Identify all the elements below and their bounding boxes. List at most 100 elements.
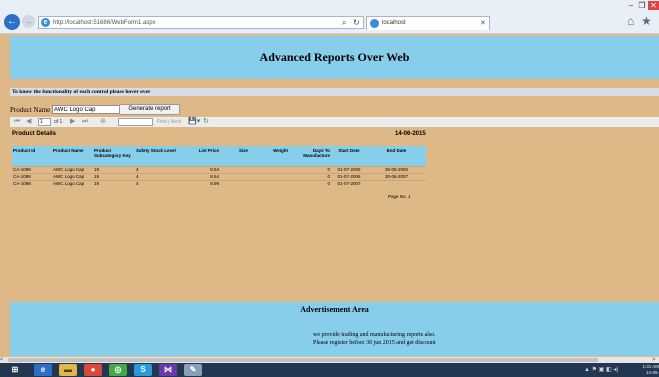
table-cell: 01-07-2006 [331,172,367,180]
table-cell: 8.64 [178,165,220,173]
report-toolbar: ⏮ ◀ of 1 ▶ ⏭ ⊛ Find | Next 💾▾ ↻ [10,117,659,127]
refresh-icon[interactable]: ↻ [353,17,360,28]
minimize-button[interactable]: – [626,1,636,10]
table-cell: CA-1098 [12,172,52,180]
table-cell [220,172,249,180]
table-cell: 30-06-2006 [367,165,426,173]
column-header: Safety Stock Level [135,146,178,166]
table-cell: 0 [289,165,331,173]
find-text-input[interactable] [118,118,153,126]
refresh-report-icon[interactable]: ↻ [203,117,209,127]
table-cell [249,179,289,187]
skype-taskbar-icon[interactable]: S [134,364,152,376]
advertisement-text-line: Please register before 30 jun 2015 and g… [313,340,436,346]
product-name-label: Product Name [10,106,51,114]
tab-favicon-icon [370,19,379,28]
table-cell: 8.99 [178,179,220,187]
table-cell [220,165,249,173]
chrome-taskbar-icon[interactable]: ● [84,364,102,376]
report-date: 14-06-2015 [395,131,426,137]
hint-text: To know the functionality of each contro… [12,89,151,95]
table-cell: 19 [93,165,135,173]
table-cell: 8.64 [178,172,220,180]
table-cell: AWC Logo Cap [52,165,93,173]
tab-close-icon[interactable]: ✕ [480,17,486,30]
table-cell: 0 [289,172,331,180]
table-row: CA-1098 AWC Logo Cap 19 4 8.99 0 01-07-2… [12,179,426,187]
clock-date: 14-06-2015 [645,370,659,377]
table-cell: 30-06-2007 [367,172,426,180]
table-cell: 0 [289,179,331,187]
column-header: Days To Manufacture [289,146,331,166]
close-button[interactable]: ✕ [648,1,659,10]
previous-page-icon[interactable]: ◀ [26,117,31,127]
column-header: End Date [367,146,426,166]
tab-title: localhost [382,20,406,26]
table-cell [249,172,289,180]
table-cell: 4 [135,179,178,187]
favorites-star-icon[interactable]: ★ [641,14,652,28]
page-number-input[interactable] [38,118,51,126]
table-cell: AWC Logo Cap [52,179,93,187]
table-cell: AWC Logo Cap [52,172,93,180]
table-row: CA-1098 AWC Logo Cap 19 4 8.64 0 01-07-2… [12,172,426,180]
table-row: CA-1098 AWC Logo Cap 19 4 8.64 0 01-07-2… [12,165,426,173]
column-header: Product Name [52,146,93,166]
page-count-label: of 1 [54,119,63,125]
system-tray-icons[interactable]: ▲ ⚑ ▣ ◧ ◂) [584,363,618,377]
scrollbar-thumb[interactable] [8,358,598,362]
hint-bar: To know the functionality of each contro… [10,88,659,96]
column-header: Size [220,146,249,166]
first-page-icon[interactable]: ⏮ [14,117,20,127]
column-header: Product Subcategory Key [93,146,135,166]
page-number-label: Page No. 1 [388,194,411,199]
ie-logo-icon: e [41,18,50,27]
browser-tab[interactable]: localhost ✕ [366,16,490,30]
generate-report-button[interactable]: Generate report [119,104,180,115]
report-body: Product Details 14-06-2015 Product Id Pr… [10,130,430,202]
table-cell: 01-07-2005 [331,165,367,173]
table-cell [367,179,426,187]
search-icon[interactable]: ⌕ [342,17,346,28]
column-header: List Price [178,146,220,166]
report-title: Product Details [12,131,57,137]
windows-start-icon[interactable]: ⊞ [6,364,24,376]
last-page-icon[interactable]: ⏭ [82,117,88,127]
file-explorer-taskbar-icon[interactable]: ▬ [59,364,77,376]
table-cell: 4 [135,172,178,180]
advertisement-title: Advertisement Area [300,305,369,314]
home-icon[interactable]: ⌂ [627,14,634,28]
export-icon[interactable]: 💾▾ [188,117,200,127]
find-next-link[interactable]: Find | Next [157,117,181,127]
table-cell: 01-07-2007 [331,179,367,187]
paint-taskbar-icon[interactable]: ✎ [184,364,202,376]
table-cell [220,179,249,187]
advertisement-text-line: we provide trading and manufacturing rep… [313,332,436,338]
product-details-table: Product Id Product Name Product Subcateg… [12,146,426,187]
product-name-input[interactable] [52,105,127,114]
advertisement-banner: Advertisement Area we provide trading an… [10,302,659,356]
column-header: Weight [249,146,289,166]
column-header: Start Date [331,146,367,166]
table-cell: CA-1098 [12,179,52,187]
next-page-icon[interactable]: ▶ [70,117,75,127]
table-cell [249,165,289,173]
back-arrow-icon[interactable]: ← [4,14,20,30]
header-banner: Advanced Reports Over Web [10,36,659,79]
taskbar-clock[interactable]: 1:31 AM 14-06-2015 [639,364,659,377]
maximize-button[interactable]: ❐ [637,1,647,10]
page-title: Advanced Reports Over Web [259,50,410,64]
browser-chrome: – ❐ ✕ ← → e http://localhost:51686/WebFo… [0,0,659,34]
forward-arrow-icon[interactable]: → [22,15,35,28]
address-bar[interactable]: e http://localhost:51686/WebForm1.aspx ⌕… [38,16,364,29]
green-app-taskbar-icon[interactable]: ◎ [109,364,127,376]
table-header-row: Product Id Product Name Product Subcateg… [12,146,426,166]
windows-taskbar: ⊞ e ▬ ● ◎ S ⋈ ✎ ▲ ⚑ ▣ ◧ ◂) 1:31 AM 14-06… [0,363,659,377]
column-header: Product Id [12,146,52,166]
back-to-parent-icon[interactable]: ⊛ [100,117,106,127]
internet-explorer-taskbar-icon[interactable]: e [34,364,52,376]
table-cell: 4 [135,165,178,173]
url-text[interactable]: http://localhost:51686/WebForm1.aspx [53,18,156,28]
table-cell: 19 [93,172,135,180]
visual-studio-taskbar-icon[interactable]: ⋈ [159,364,177,376]
